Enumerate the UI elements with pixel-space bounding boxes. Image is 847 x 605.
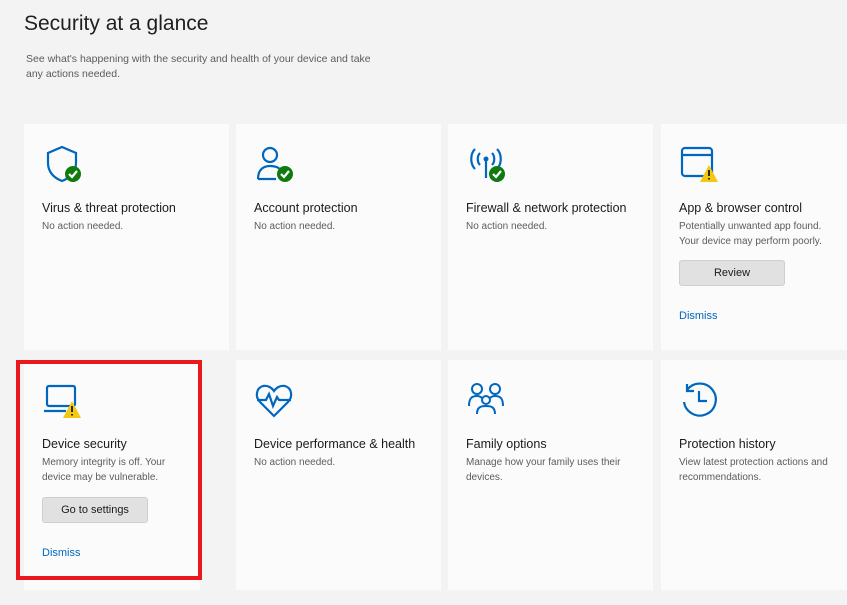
dismiss-link[interactable]: Dismiss <box>679 310 718 322</box>
tile-status: No action needed. <box>254 221 336 232</box>
tile-device-security[interactable]: Device security Memory integrity is off.… <box>24 360 200 590</box>
tile-device-performance-health[interactable]: Device performance & health No action ne… <box>236 360 441 590</box>
tile-status: Potentially unwanted app found. Your dev… <box>679 221 822 247</box>
heart-pulse-icon <box>255 384 293 418</box>
tile-name: Family options <box>466 437 547 451</box>
review-button[interactable]: Review <box>679 260 785 286</box>
tile-app-browser-control[interactable]: App & browser control Potentially unwant… <box>661 124 847 350</box>
tile-account-protection[interactable]: Account protection No action needed. <box>236 124 441 350</box>
browser-warning-icon <box>680 146 718 182</box>
go-to-settings-button[interactable]: Go to settings <box>42 497 148 523</box>
person-check-icon <box>256 146 293 182</box>
tile-name: Protection history <box>679 437 776 451</box>
tile-name: Account protection <box>254 201 358 215</box>
shield-check-icon <box>46 145 81 183</box>
tile-firewall-network-protection[interactable]: Firewall & network protection No action … <box>448 124 653 350</box>
laptop-warning-icon <box>44 384 81 418</box>
tile-status: No action needed. <box>254 457 336 468</box>
tile-virus-threat-protection[interactable]: Virus & threat protection No action need… <box>24 124 229 350</box>
history-clock-icon <box>682 382 717 417</box>
tile-status: Memory integrity is off. Your device may… <box>42 457 166 483</box>
tile-family-options[interactable]: Family options Manage how your family us… <box>448 360 653 590</box>
tile-status: View latest protection actions and recom… <box>679 457 828 483</box>
tile-status: No action needed. <box>466 221 548 232</box>
tile-name: Virus & threat protection <box>42 201 176 215</box>
tile-name: Device performance & health <box>254 437 416 451</box>
page-subtitle: See what's happening with the security a… <box>26 53 371 80</box>
tile-name: App & browser control <box>679 201 802 215</box>
antenna-check-icon <box>470 148 505 182</box>
page-title: Security at a glance <box>24 12 209 35</box>
tile-protection-history[interactable]: Protection history View latest protectio… <box>661 360 847 590</box>
dismiss-link[interactable]: Dismiss <box>42 547 81 559</box>
tile-status: Manage how your family uses their device… <box>466 457 621 483</box>
family-icon <box>468 383 504 415</box>
tile-status: No action needed. <box>42 221 124 232</box>
tile-name: Firewall & network protection <box>466 201 627 215</box>
tile-name: Device security <box>42 437 127 451</box>
